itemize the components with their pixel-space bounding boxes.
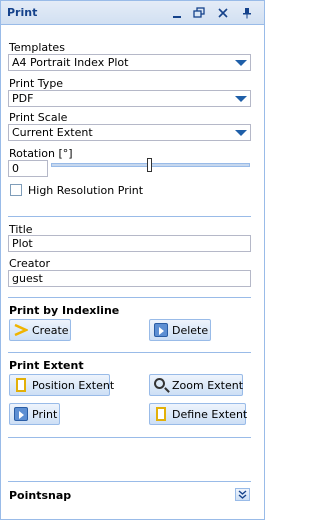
divider	[8, 437, 251, 438]
print-type-combo[interactable]: PDF	[8, 90, 251, 107]
high-res-checkbox[interactable]	[10, 184, 22, 196]
minimize-icon[interactable]	[170, 6, 184, 20]
print-type-value: PDF	[12, 92, 34, 105]
print-type-label: Print Type	[9, 77, 64, 90]
rotation-input[interactable]: 0	[8, 160, 48, 177]
pointsnap-expand-button[interactable]	[235, 488, 250, 501]
zoom-icon	[154, 378, 165, 389]
arrow-right-icon	[154, 323, 168, 337]
print-scale-combo[interactable]: Current Extent	[8, 124, 251, 141]
zoom-extent-button[interactable]: Zoom Extent	[149, 374, 243, 396]
creator-value: guest	[12, 272, 43, 285]
rotation-value: 0	[12, 162, 19, 175]
pointsnap-heading: Pointsnap	[9, 489, 72, 502]
close-icon[interactable]	[216, 6, 230, 20]
create-label: Create	[32, 324, 69, 337]
print-label: Print	[32, 408, 58, 421]
divider	[8, 297, 251, 298]
high-res-label: High Resolution Print	[28, 184, 144, 197]
templates-value: A4 Portrait Index Plot	[12, 56, 129, 69]
creator-label: Creator	[9, 257, 51, 270]
pin-icon[interactable]	[240, 6, 254, 20]
indexline-heading: Print by Indexline	[9, 304, 120, 317]
panel-title: Print	[7, 6, 38, 19]
rotation-label: Rotation [°]	[9, 147, 73, 160]
extent-heading: Print Extent	[9, 359, 84, 372]
print-scale-value: Current Extent	[12, 126, 93, 139]
templates-label: Templates	[9, 41, 65, 54]
chevron-down-icon[interactable]	[235, 130, 247, 136]
double-chevron-down-icon	[238, 490, 247, 499]
restore-icon[interactable]	[192, 6, 206, 20]
divider	[8, 352, 251, 353]
arrow-right-icon	[14, 407, 28, 421]
delete-button[interactable]: Delete	[149, 319, 211, 341]
print-button[interactable]: Print	[9, 403, 60, 425]
position-extent-label: Position Extent	[32, 379, 115, 392]
templates-combo[interactable]: A4 Portrait Index Plot	[8, 54, 251, 71]
delete-label: Delete	[172, 324, 209, 337]
extent-rectangle-icon	[156, 407, 166, 421]
divider	[8, 481, 251, 482]
define-extent-button[interactable]: Define Extent	[149, 403, 248, 425]
define-extent-label: Define Extent	[172, 408, 248, 421]
rotation-slider-thumb[interactable]	[147, 158, 152, 172]
chevron-down-icon[interactable]	[235, 60, 247, 66]
print-scale-label: Print Scale	[9, 111, 68, 124]
panel-titlebar: Print	[1, 1, 264, 25]
title-input[interactable]: Plot	[8, 235, 251, 252]
create-button[interactable]: Create	[9, 319, 71, 341]
create-line-icon	[14, 323, 30, 337]
position-extent-button[interactable]: Position Extent	[9, 374, 114, 396]
divider	[8, 216, 251, 217]
extent-rectangle-icon	[16, 378, 26, 392]
title-value: Plot	[12, 237, 33, 250]
zoom-extent-label: Zoom Extent	[172, 379, 244, 392]
chevron-down-icon[interactable]	[235, 96, 247, 102]
print-panel: Print Templates A4 Portrait Index Plot P…	[0, 0, 265, 520]
creator-input[interactable]: guest	[8, 270, 251, 287]
